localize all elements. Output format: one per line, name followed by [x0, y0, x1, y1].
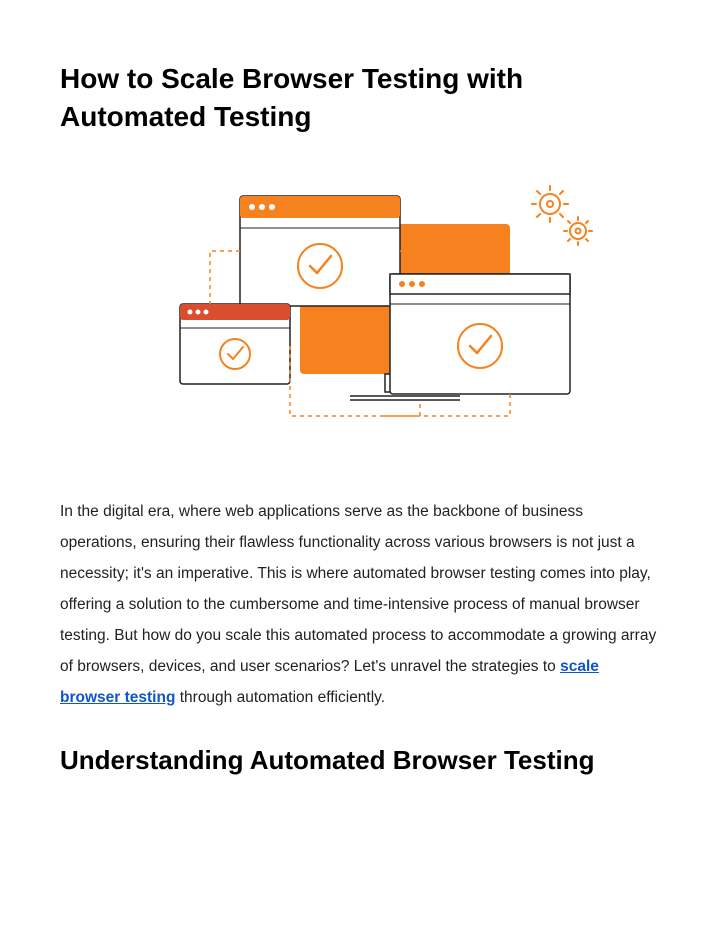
intro-paragraph: In the digital era, where web applicatio… — [60, 496, 660, 713]
browser-window-1 — [240, 196, 400, 306]
section-heading: Understanding Automated Browser Testing — [60, 743, 660, 778]
gear-icon — [564, 217, 592, 245]
browser-testing-illustration — [60, 176, 660, 456]
page-title: How to Scale Browser Testing with Automa… — [60, 60, 660, 136]
gear-icon — [532, 186, 568, 222]
browser-window-2 — [180, 304, 290, 384]
browser-window-3 — [390, 274, 570, 394]
paragraph-text-post: through automation efficiently. — [175, 689, 385, 706]
paragraph-text-pre: In the digital era, where web applicatio… — [60, 503, 656, 675]
